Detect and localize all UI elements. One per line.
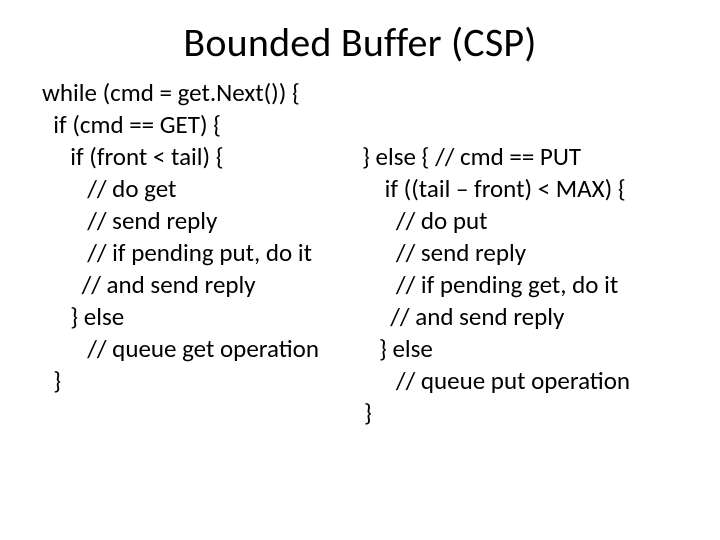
- code-line: while (cmd = get.Next()) {: [42, 77, 362, 109]
- code-line: } else: [362, 333, 710, 365]
- slide-body: while (cmd = get.Next()) { if (cmd == GE…: [0, 77, 720, 429]
- code-line: if ((tail – front) < MAX) {: [362, 173, 710, 205]
- right-column: } else { // cmd == PUT if ((tail – front…: [362, 77, 710, 429]
- code-line: } else { // cmd == PUT: [362, 141, 710, 173]
- code-line: // do put: [362, 205, 710, 237]
- code-line: // queue put operation: [362, 365, 710, 397]
- code-line: }: [42, 365, 362, 397]
- code-line: // send reply: [42, 205, 362, 237]
- code-line: // and send reply: [362, 301, 710, 333]
- left-column: while (cmd = get.Next()) { if (cmd == GE…: [42, 77, 362, 429]
- code-line: // do get: [42, 173, 362, 205]
- code-line: }: [362, 397, 710, 429]
- code-line: // and send reply: [42, 269, 362, 301]
- code-line: // queue get operation: [42, 333, 362, 365]
- code-line: // if pending put, do it: [42, 237, 362, 269]
- slide: Bounded Buffer (CSP) while (cmd = get.Ne…: [0, 0, 720, 540]
- code-line: } else: [42, 301, 362, 333]
- slide-title: Bounded Buffer (CSP): [0, 0, 720, 77]
- code-line: if (cmd == GET) {: [42, 109, 362, 141]
- code-line: // if pending get, do it: [362, 269, 710, 301]
- code-line: // send reply: [362, 237, 710, 269]
- code-line: if (front < tail) {: [42, 141, 362, 173]
